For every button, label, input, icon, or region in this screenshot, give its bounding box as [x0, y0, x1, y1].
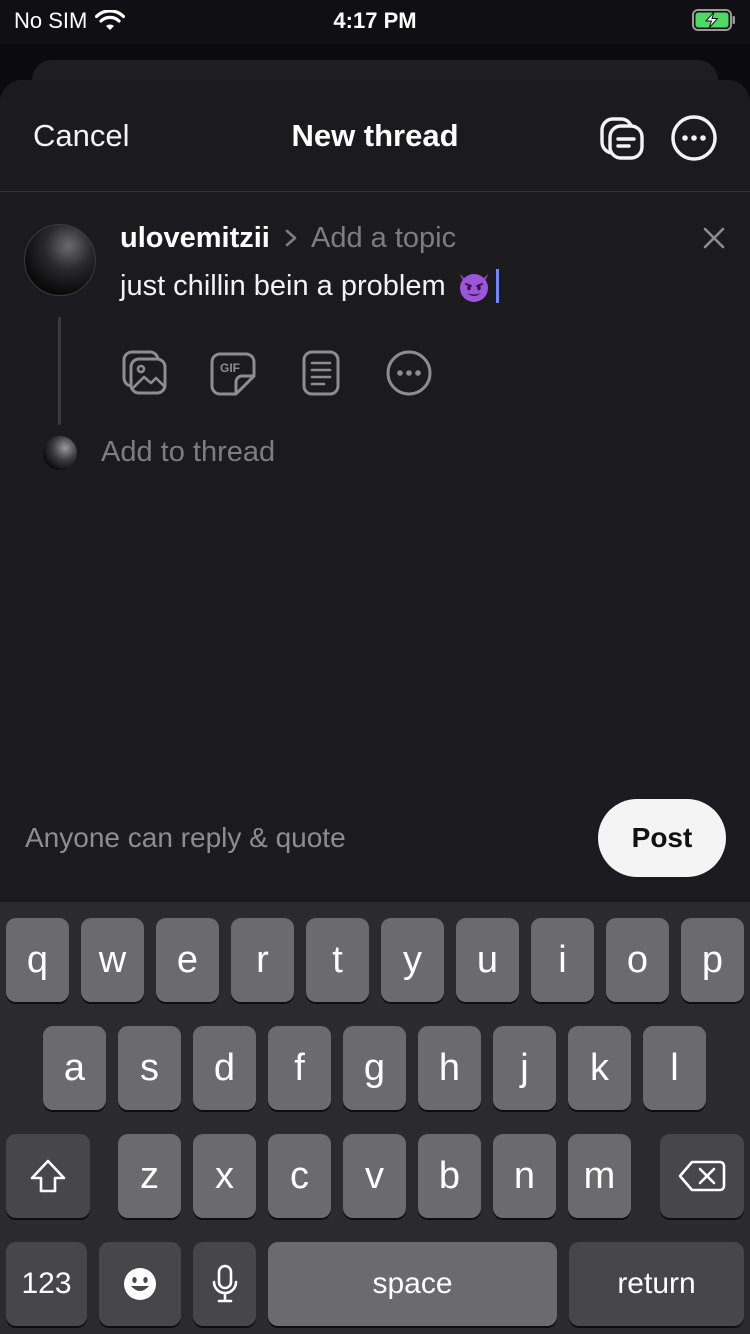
key-w[interactable]: w — [81, 918, 144, 1002]
reply-permission-setting[interactable]: Anyone can reply & quote — [25, 822, 346, 854]
key-n[interactable]: n — [493, 1134, 556, 1218]
key-b[interactable]: b — [418, 1134, 481, 1218]
emoji-icon — [124, 1268, 156, 1300]
post-button[interactable]: Post — [598, 799, 726, 877]
key-h[interactable]: h — [418, 1026, 481, 1110]
more-options-icon[interactable] — [670, 114, 718, 162]
document-icon[interactable] — [296, 348, 346, 398]
key-g[interactable]: g — [343, 1026, 406, 1110]
smiling-devil-emoji-icon — [459, 274, 488, 302]
key-i[interactable]: i — [531, 918, 594, 1002]
drafts-icon[interactable] — [598, 114, 646, 162]
key-l[interactable]: l — [643, 1026, 706, 1110]
key-a[interactable]: a — [43, 1026, 106, 1110]
post-text: just chillin bein a problem — [120, 269, 446, 302]
close-icon[interactable] — [700, 224, 728, 252]
text-caret — [495, 269, 499, 303]
composer-sheet: Cancel New thread ulovemitzii Add a topi… — [0, 80, 750, 902]
key-e[interactable]: e — [156, 918, 219, 1002]
chevron-right-icon — [285, 229, 297, 247]
backspace-key[interactable] — [660, 1134, 744, 1218]
keyboard: q w e r t y u i o p a s d f g h j k l z … — [0, 902, 750, 1334]
status-bar: No SIM 4:17 PM — [0, 0, 750, 44]
key-d[interactable]: d — [193, 1026, 256, 1110]
dictation-key[interactable] — [193, 1242, 256, 1326]
post-text-field[interactable]: just chillin bein a problem — [120, 268, 499, 304]
clock: 4:17 PM — [333, 8, 417, 33]
key-r[interactable]: r — [231, 918, 294, 1002]
more-attachments-icon[interactable] — [384, 348, 434, 398]
key-p[interactable]: p — [681, 918, 744, 1002]
shift-icon — [30, 1159, 66, 1193]
key-s[interactable]: s — [118, 1026, 181, 1110]
key-v[interactable]: v — [343, 1134, 406, 1218]
nav-bar: Cancel New thread — [0, 80, 750, 192]
username: ulovemitzii — [120, 222, 270, 254]
svg-text:GIF: GIF — [220, 361, 240, 375]
key-y[interactable]: y — [381, 918, 444, 1002]
key-u[interactable]: u — [456, 918, 519, 1002]
key-q[interactable]: q — [6, 918, 69, 1002]
key-t[interactable]: t — [306, 918, 369, 1002]
gif-icon[interactable]: GIF — [208, 348, 258, 398]
key-x[interactable]: x — [193, 1134, 256, 1218]
image-gallery-icon[interactable] — [120, 348, 170, 398]
add-to-thread-field[interactable]: Add to thread — [101, 436, 275, 469]
key-m[interactable]: m — [568, 1134, 631, 1218]
numbers-key[interactable]: 123 — [6, 1242, 87, 1326]
key-j[interactable]: j — [493, 1026, 556, 1110]
battery-charging-icon — [692, 9, 735, 31]
space-key[interactable]: space — [268, 1242, 557, 1326]
thread-connector-line — [58, 317, 61, 425]
key-c[interactable]: c — [268, 1134, 331, 1218]
small-avatar — [43, 436, 77, 470]
key-z[interactable]: z — [118, 1134, 181, 1218]
key-f[interactable]: f — [268, 1026, 331, 1110]
backspace-icon — [678, 1160, 726, 1192]
shift-key[interactable] — [6, 1134, 90, 1218]
key-k[interactable]: k — [568, 1026, 631, 1110]
return-key[interactable]: return — [569, 1242, 744, 1326]
emoji-key[interactable] — [99, 1242, 181, 1326]
avatar[interactable] — [24, 224, 96, 296]
microphone-icon — [212, 1264, 237, 1303]
add-topic-field[interactable]: Add a topic — [311, 222, 456, 255]
key-o[interactable]: o — [606, 918, 669, 1002]
